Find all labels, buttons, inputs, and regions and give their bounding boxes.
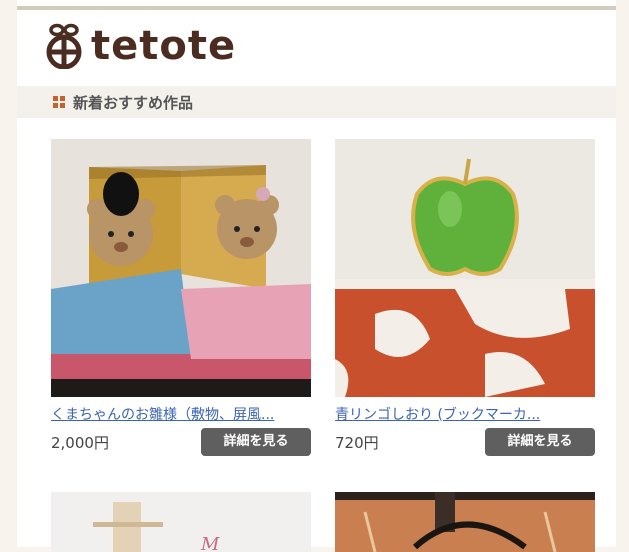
product-price: 2,000円 xyxy=(51,434,109,452)
detail-button[interactable]: 詳細を見る xyxy=(485,428,595,456)
product-image[interactable] xyxy=(51,139,311,397)
grid-icon xyxy=(53,96,65,108)
page-frame: tetote 新着おすすめ作品 くまちゃんのお雛様（敷物、屏風... 2,000… xyxy=(17,0,616,552)
product-name-link[interactable]: くまちゃんのお雛様（敷物、屏風... xyxy=(51,404,311,424)
product-image[interactable] xyxy=(335,492,595,552)
gift-icon xyxy=(46,23,82,69)
section-title: 新着おすすめ作品 xyxy=(73,93,194,112)
product-price: 720円 xyxy=(335,434,379,452)
product-image[interactable] xyxy=(335,139,595,397)
product-name-link[interactable]: 青リンゴしおり (ブックマーカ... xyxy=(335,404,595,424)
product-image[interactable]: M xyxy=(51,492,311,552)
logo-text: tetote xyxy=(91,23,237,69)
detail-button[interactable]: 詳細を見る xyxy=(201,428,311,456)
section-header: 新着おすすめ作品 xyxy=(17,86,616,118)
site-logo[interactable]: tetote xyxy=(45,22,236,70)
svg-text:M: M xyxy=(200,534,220,552)
top-border xyxy=(17,6,616,10)
